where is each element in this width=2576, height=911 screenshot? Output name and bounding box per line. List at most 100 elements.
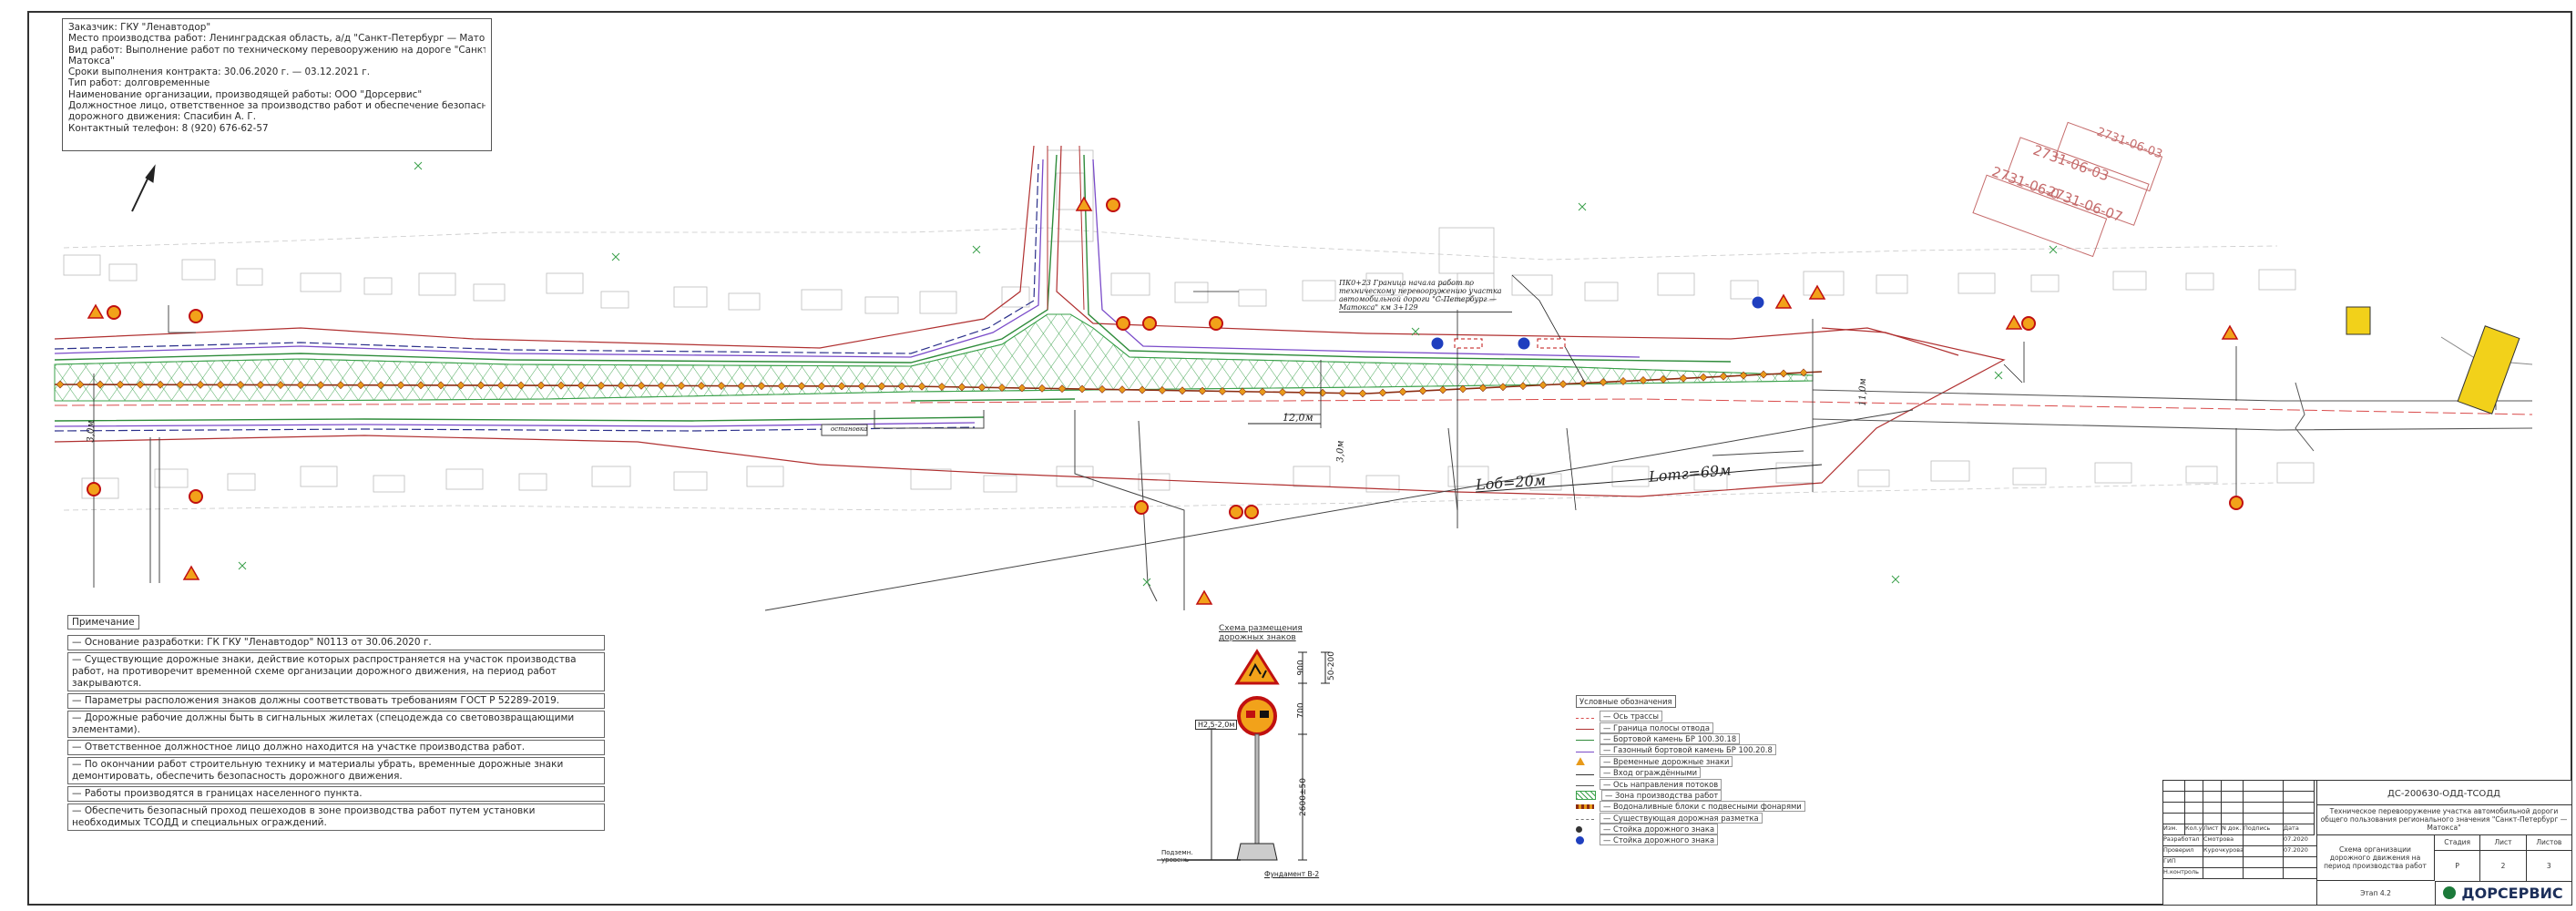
stamp-grid-cell xyxy=(2244,803,2284,814)
stamp-grid-cell xyxy=(2163,814,2185,824)
company-name: ДОРСЕРВИС xyxy=(2461,884,2563,902)
legend-swatch xyxy=(1576,717,1594,719)
legend-item: — Стойка дорожного знака xyxy=(1576,824,1776,835)
company-logo-mark xyxy=(2443,886,2457,899)
info-line: Контактный телефон: 8 (920) 676-62-57 xyxy=(68,122,269,134)
stamp-person-row: ГИП xyxy=(2163,857,2316,868)
stamp-grid-cell xyxy=(2185,814,2203,824)
note-item: — Дорожные рабочие должны быть в сигналь… xyxy=(67,711,605,738)
temporary-prohibitory-sign-icon xyxy=(1244,505,1259,519)
stamp-grid-cell xyxy=(2203,792,2222,803)
barrier-block xyxy=(1398,387,1407,396)
legend-label: — Газонный бортовой камень БР 100.20.8 xyxy=(1600,744,1776,756)
scheme-title-line1: Схема размещения xyxy=(1219,624,1303,633)
barrier-block xyxy=(1358,389,1367,398)
barrier-block xyxy=(1258,387,1267,396)
temporary-prohibitory-sign-icon xyxy=(2021,316,2036,331)
barrier-block xyxy=(1298,388,1307,397)
legend-label: — Водоналивные блоки с подвесными фонаря… xyxy=(1600,801,1805,813)
legend-swatch xyxy=(1576,835,1584,844)
scheme-dim-50-200: 50-200 xyxy=(1326,651,1336,681)
info-line: Место производства работ: Ленинградская … xyxy=(68,33,486,45)
temporary-warning-sign-icon xyxy=(1774,293,1793,309)
scheme-title-line2: дорожных знаков xyxy=(1219,633,1296,642)
barrier-block xyxy=(1438,385,1447,394)
stamp-grid-cell xyxy=(2244,792,2284,803)
stamp-person-row: Разработал Смотрова 07.2020 xyxy=(2163,835,2316,846)
stamp-person-name xyxy=(2203,868,2244,878)
sheet-title: Схема организации дорожного движения на … xyxy=(2316,835,2435,881)
title-block-signatures: Изм.Кол.учЛистN док.ПодписьДатаРазработа… xyxy=(2163,781,2317,905)
barrier-block xyxy=(1318,388,1327,397)
temporary-warning-sign-icon xyxy=(87,303,105,319)
barrier-board-icon xyxy=(1454,338,1483,349)
stamp-grid-cell xyxy=(2163,792,2185,803)
stage-header: Стадия xyxy=(2435,835,2481,850)
legend-swatch xyxy=(1576,757,1585,766)
stamp-person-role: Разработал xyxy=(2163,835,2203,845)
stamp-grid-cell xyxy=(2222,781,2244,792)
stamp-grid-cell xyxy=(2185,792,2203,803)
stamp-role-header: Лист xyxy=(2203,824,2222,835)
legend-label: — Ось направления потоков xyxy=(1600,778,1722,790)
stamp-role-header: Дата xyxy=(2284,824,2315,835)
dim-11m: 11,0м xyxy=(1857,378,1868,406)
legend-item: — Бортовой камень БР 100.30.18 xyxy=(1576,732,1776,744)
project-name: Техническое перевооружение участка автом… xyxy=(2316,804,2571,835)
legend-swatch xyxy=(1576,740,1594,742)
stamp-grid-cell xyxy=(2244,781,2284,792)
legend-label: — Временные дорожные знаки xyxy=(1600,755,1733,767)
stamp-person-date xyxy=(2284,868,2315,878)
project-info-box: Заказчик: ГКУ "Ленавтодор" Место производ… xyxy=(62,18,492,151)
stamp-person-date: 07.2020 xyxy=(2284,835,2308,843)
scheme-dim-700: 700 xyxy=(1296,702,1306,719)
barrier-block xyxy=(1378,388,1387,397)
temporary-warning-sign-icon xyxy=(1195,589,1213,605)
sheet-value: 2 xyxy=(2480,851,2527,881)
legend-label: — Ось трассы xyxy=(1600,711,1662,722)
scheme-foundation-label: Фундамент В-2 xyxy=(1264,870,1320,878)
legend-item: — Вход ограждёнными xyxy=(1576,767,1776,779)
scheme-title: Схема размещения дорожных знаков xyxy=(1219,624,1303,642)
temporary-warning-sign-icon xyxy=(1808,284,1826,300)
stamp-person-name: Смотрова xyxy=(2203,835,2244,845)
note-item: — Параметры расположения знаков должны с… xyxy=(67,693,605,709)
stamp-person-signature xyxy=(2244,835,2284,845)
temporary-prohibitory-sign-icon xyxy=(1142,316,1157,331)
stamp-grid-cell xyxy=(2222,792,2244,803)
temporary-prohibitory-sign-icon xyxy=(1116,316,1130,331)
document-number: ДС-200630-ОДД-ТСОДД xyxy=(2316,783,2571,805)
legend-item: — Водоналивные блоки с подвесными фонаря… xyxy=(1576,801,1805,813)
info-plates xyxy=(2346,306,2520,415)
sheets-header: Листов xyxy=(2536,838,2562,846)
stamp-grid-cell xyxy=(2284,803,2315,814)
scheme-dim-2600: 2600±50 xyxy=(1298,778,1308,816)
legend: Условные обозначения — Ось трассы — Грани… xyxy=(1576,695,1805,846)
scheme-dim-900: 900 xyxy=(1296,660,1306,676)
legend-swatch xyxy=(1576,825,1582,833)
mandatory-sign-icon xyxy=(1517,336,1531,351)
temporary-prohibitory-sign-icon xyxy=(1209,316,1223,331)
temporary-prohibitory-sign-icon xyxy=(1106,198,1120,212)
legend-label: — Зона производства работ xyxy=(1601,789,1722,801)
stamp-grid-cell xyxy=(2203,781,2222,792)
notes-heading: Примечание xyxy=(67,615,139,630)
dim-12m: 12,0м xyxy=(1283,412,1314,424)
stamp-grid-cell xyxy=(2284,814,2315,824)
stamp-person-role: Проверил xyxy=(2163,846,2203,856)
stamp-person-row: Н.контроль xyxy=(2163,868,2316,879)
legend-label: — Стойка дорожного знака xyxy=(1600,834,1719,846)
note-item: — Существующие дорожные знаки, действие … xyxy=(67,652,605,691)
note-item: — Обеспечить безопасный проход пешеходов… xyxy=(67,804,605,831)
stamp-grid-cell xyxy=(2163,781,2185,792)
barrier-block xyxy=(1418,386,1427,395)
stamp-person-signature xyxy=(2244,868,2284,878)
side-road-north xyxy=(1047,145,1085,311)
temporary-prohibitory-sign-icon xyxy=(87,482,101,496)
stamp-person-row: Проверил Курочкурова 07.2020 xyxy=(2163,846,2316,857)
mandatory-sign-icon xyxy=(1751,295,1765,310)
legend-item: — Временные дорожные знаки xyxy=(1576,755,1776,767)
info-line: Должностное лицо, ответственное за произ… xyxy=(68,100,486,112)
info-line: Вид работ: Выполнение работ по техническ… xyxy=(68,44,486,56)
legend-swatch xyxy=(1576,773,1594,775)
